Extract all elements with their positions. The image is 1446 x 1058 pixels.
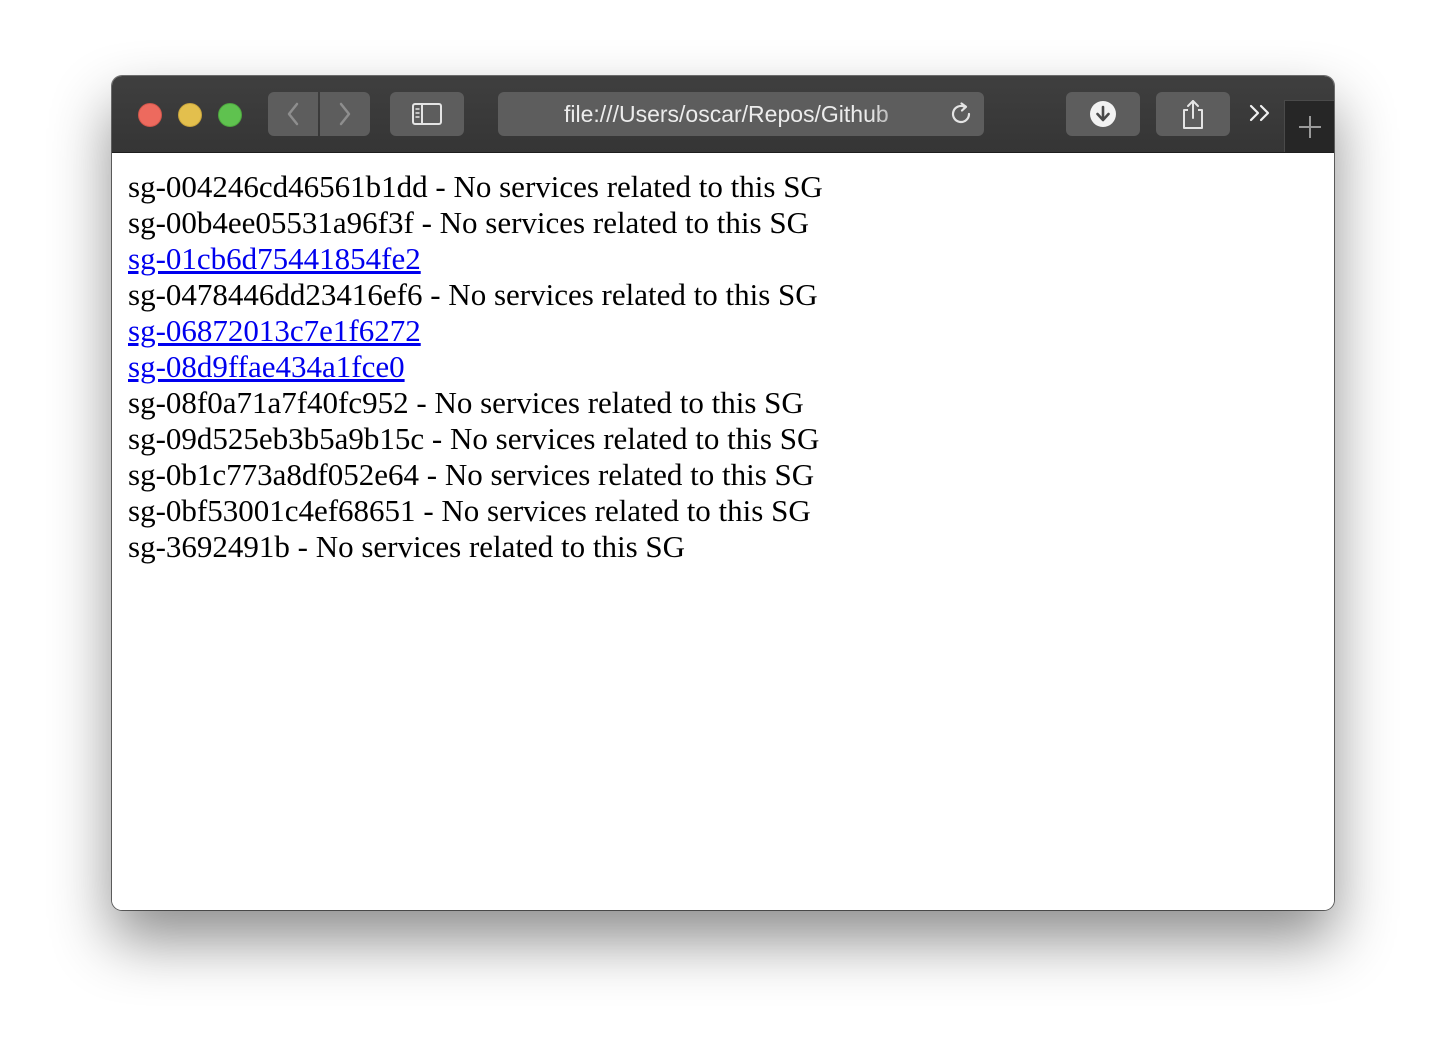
page-content: sg-004246cd46561b1dd - No services relat… [112,153,1334,910]
list-item: sg-004246cd46561b1dd - No services relat… [128,169,823,205]
list-item: sg-01cb6d75441854fe2 [128,241,823,277]
downloads-button[interactable] [1066,92,1140,136]
security-group-note: - No services related to this SG [408,385,804,420]
chevron-left-icon [287,102,299,126]
new-tab-button[interactable] [1284,100,1334,152]
list-item: sg-08f0a71a7f40fc952 - No services relat… [128,385,823,421]
security-group-id: sg-08f0a71a7f40fc952 [128,385,409,420]
list-item: sg-09d525eb3b5a9b15c - No services relat… [128,421,823,457]
chevron-right-icon [339,102,351,126]
sidebar-toggle-button[interactable] [390,92,464,136]
security-group-note: - No services related to this SG [424,421,820,456]
security-group-list: sg-004246cd46561b1dd - No services relat… [128,169,823,565]
close-window-button[interactable] [138,103,162,127]
security-group-id: sg-3692491b [128,529,290,564]
security-group-note: - No services related to this SG [413,205,809,240]
list-item: sg-0bf53001c4ef68651 - No services relat… [128,493,823,529]
sidebar-icon [412,103,442,125]
security-group-note: - No services related to this SG [289,529,686,564]
share-icon [1183,100,1203,129]
browser-window: file:///Users/oscar/Repos/Github sg-0042… [112,76,1334,910]
security-group-link[interactable]: sg-06872013c7e1f6272 [128,313,421,348]
security-group-id: sg-0478446dd23416ef6 [128,277,423,312]
minimize-window-button[interactable] [178,103,202,127]
forward-button[interactable] [320,92,370,136]
address-bar[interactable]: file:///Users/oscar/Repos/Github [498,92,984,136]
list-item: sg-0478446dd23416ef6 - No services relat… [128,277,823,313]
security-group-id: sg-0bf53001c4ef68651 [128,493,416,528]
security-group-note: - No services related to this SG [415,493,811,528]
security-group-id: sg-0b1c773a8df052e64 [128,457,419,492]
security-group-id: sg-09d525eb3b5a9b15c [128,421,425,456]
security-group-id: sg-004246cd46561b1dd [128,169,428,204]
zoom-window-button[interactable] [218,103,242,127]
back-button[interactable] [268,92,318,136]
download-icon [1090,101,1116,127]
double-chevron-icon[interactable] [1246,98,1274,128]
list-item: sg-3692491b - No services related to thi… [128,529,823,565]
security-group-link[interactable]: sg-08d9ffae434a1fce0 [128,349,405,384]
share-button[interactable] [1156,92,1230,136]
list-item: sg-00b4ee05531a96f3f - No services relat… [128,205,823,241]
security-group-id: sg-00b4ee05531a96f3f [128,205,414,240]
browser-toolbar: file:///Users/oscar/Repos/Github [112,76,1334,153]
list-item: sg-06872013c7e1f6272 [128,313,823,349]
security-group-note: - No services related to this SG [419,457,815,492]
reload-icon[interactable] [948,101,974,127]
list-item: sg-08d9ffae434a1fce0 [128,349,823,385]
list-item: sg-0b1c773a8df052e64 - No services relat… [128,457,823,493]
url-text[interactable]: file:///Users/oscar/Repos/Github [564,92,924,136]
security-group-note: - No services related to this SG [427,169,823,204]
security-group-note: - No services related to this SG [422,277,818,312]
plus-icon [1298,115,1321,138]
security-group-link[interactable]: sg-01cb6d75441854fe2 [128,241,421,276]
